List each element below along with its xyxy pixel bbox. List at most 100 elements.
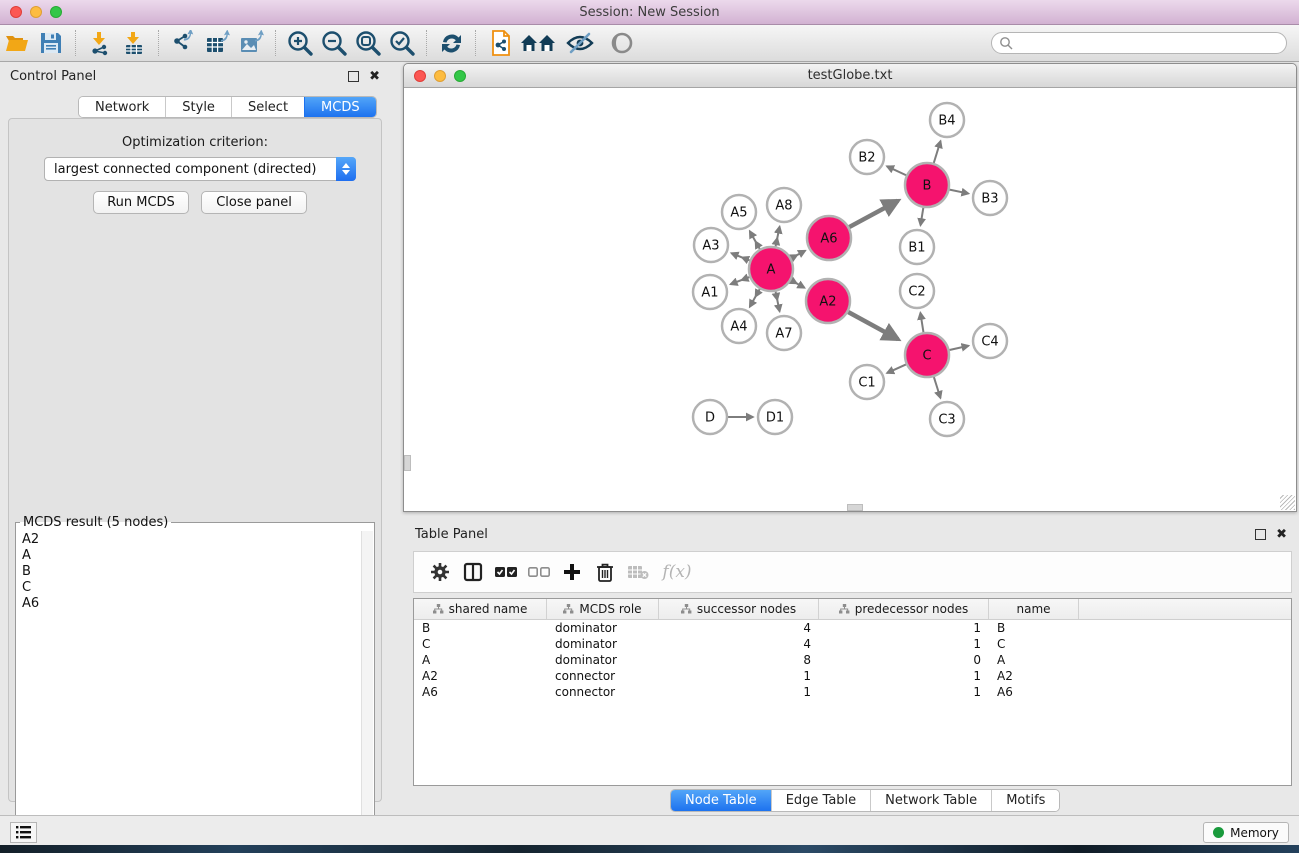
result-item[interactable]: A2	[18, 532, 360, 548]
import-network-button[interactable]	[83, 27, 117, 59]
node-A[interactable]: A	[749, 247, 793, 291]
node-B3[interactable]: B3	[973, 181, 1007, 215]
tab-motifs[interactable]: Motifs	[991, 790, 1059, 811]
show-columns-button[interactable]	[461, 560, 485, 584]
tab-edge-table[interactable]: Edge Table	[771, 790, 870, 811]
edge-A-A2[interactable]	[791, 280, 804, 288]
table-settings-button[interactable]	[428, 560, 452, 584]
result-item[interactable]: C	[18, 580, 360, 596]
column-header-shared-name[interactable]: shared name	[414, 599, 547, 619]
edge-A-A5[interactable]	[750, 231, 760, 249]
edge-B-B2[interactable]	[887, 166, 906, 175]
edge-A-A6[interactable]	[791, 251, 805, 258]
node-table[interactable]: shared nameMCDS rolesuccessor nodesprede…	[413, 598, 1292, 786]
node-A8[interactable]: A8	[767, 188, 801, 222]
network-vscroll-thumb[interactable]	[404, 455, 411, 471]
birds-eye-button[interactable]	[601, 27, 643, 59]
close-panel-icon[interactable]: ✖	[369, 71, 380, 82]
import-table-button[interactable]	[117, 27, 151, 59]
network-window-titlebar[interactable]: testGlobe.txt	[404, 64, 1296, 88]
open-session-button[interactable]	[0, 27, 34, 59]
table-row[interactable]: Adominator80A	[414, 652, 1291, 668]
tab-network-table[interactable]: Network Table	[870, 790, 991, 811]
node-C1[interactable]: C1	[850, 365, 884, 399]
edge-B-B4[interactable]	[934, 141, 941, 163]
result-item[interactable]: B	[18, 564, 360, 580]
edge-C-C1[interactable]	[887, 364, 906, 373]
network-canvas[interactable]: AA1A3A5A8A4A7A6A2BB1B2B3B4CC1C2C3C4DD1	[404, 88, 1296, 511]
result-item[interactable]: A	[18, 548, 360, 564]
select-all-button[interactable]	[494, 560, 518, 584]
column-header-predecessor-nodes[interactable]: predecessor nodes	[819, 599, 989, 619]
tab-select[interactable]: Select	[231, 97, 304, 117]
edge-A-A7[interactable]	[776, 292, 780, 312]
network-minimize-button[interactable]	[434, 70, 446, 82]
node-B[interactable]: B	[905, 163, 949, 207]
node-B4[interactable]: B4	[930, 103, 964, 137]
search-input[interactable]	[1018, 36, 1286, 50]
edge-C-C3[interactable]	[934, 377, 941, 398]
zoom-fit-button[interactable]	[351, 27, 385, 59]
refresh-button[interactable]	[434, 27, 468, 59]
run-mcds-button[interactable]: Run MCDS	[93, 191, 189, 214]
hide-selected-button[interactable]	[559, 27, 601, 59]
column-header-successor-nodes[interactable]: successor nodes	[659, 599, 819, 619]
edge-A2-C[interactable]	[848, 312, 898, 339]
table-float-icon[interactable]	[1255, 529, 1266, 540]
export-table-button[interactable]	[200, 27, 234, 59]
optimization-criterion-dropdown[interactable]: largest connected component (directed)	[44, 157, 356, 181]
column-header-name[interactable]: name	[989, 599, 1079, 619]
zoom-out-button[interactable]	[317, 27, 351, 59]
node-C2[interactable]: C2	[900, 274, 934, 308]
edge-C-C4[interactable]	[949, 346, 968, 350]
node-B2[interactable]: B2	[850, 140, 884, 174]
table-row[interactable]: A2connector11A2	[414, 668, 1291, 684]
delete-column-button[interactable]	[593, 560, 617, 584]
tab-style[interactable]: Style	[165, 97, 231, 117]
network-maximize-button[interactable]	[454, 70, 466, 82]
add-column-button[interactable]	[560, 560, 584, 584]
edge-A-A3[interactable]	[731, 253, 749, 260]
search-field[interactable]	[991, 32, 1287, 54]
table-row[interactable]: Bdominator41B	[414, 620, 1291, 636]
save-session-button[interactable]	[34, 27, 68, 59]
node-A5[interactable]: A5	[722, 195, 756, 229]
export-image-button[interactable]	[234, 27, 268, 59]
node-B1[interactable]: B1	[900, 230, 934, 264]
edge-B-B1[interactable]	[921, 208, 924, 226]
export-network-button[interactable]	[166, 27, 200, 59]
zoom-selected-button[interactable]	[385, 27, 419, 59]
node-A1[interactable]: A1	[693, 275, 727, 309]
network-hscroll-thumb[interactable]	[847, 504, 863, 511]
zoom-in-button[interactable]	[283, 27, 317, 59]
node-D1[interactable]: D1	[758, 400, 792, 434]
resize-grip-icon[interactable]	[1280, 495, 1295, 510]
edge-C-C2[interactable]	[920, 313, 923, 333]
table-row[interactable]: A6connector11A6	[414, 684, 1291, 700]
clone-network-button[interactable]	[483, 27, 517, 59]
node-C4[interactable]: C4	[973, 324, 1007, 358]
task-history-button[interactable]	[10, 822, 37, 843]
close-panel-button[interactable]: Close panel	[201, 191, 307, 214]
edge-A-A1[interactable]	[731, 277, 750, 284]
result-scrollbar[interactable]	[361, 531, 373, 851]
column-header-MCDS-role[interactable]: MCDS role	[547, 599, 659, 619]
close-window-button[interactable]	[10, 6, 22, 18]
show-all-button[interactable]	[517, 27, 559, 59]
node-A4[interactable]: A4	[722, 309, 756, 343]
float-panel-icon[interactable]	[348, 71, 359, 82]
node-D[interactable]: D	[693, 400, 727, 434]
node-C[interactable]: C	[905, 333, 949, 377]
result-item[interactable]: A6	[18, 596, 360, 612]
memory-button[interactable]: Memory	[1203, 822, 1289, 843]
maximize-window-button[interactable]	[50, 6, 62, 18]
delete-table-button[interactable]	[626, 560, 650, 584]
table-row[interactable]: Cdominator41C	[414, 636, 1291, 652]
table-close-icon[interactable]: ✖	[1276, 529, 1287, 540]
network-close-button[interactable]	[414, 70, 426, 82]
function-builder-button[interactable]: f(x)	[659, 560, 695, 584]
tab-mcds[interactable]: MCDS	[304, 97, 376, 117]
edge-A-A8[interactable]	[776, 227, 780, 247]
edge-A-A4[interactable]	[750, 289, 760, 307]
minimize-window-button[interactable]	[30, 6, 42, 18]
